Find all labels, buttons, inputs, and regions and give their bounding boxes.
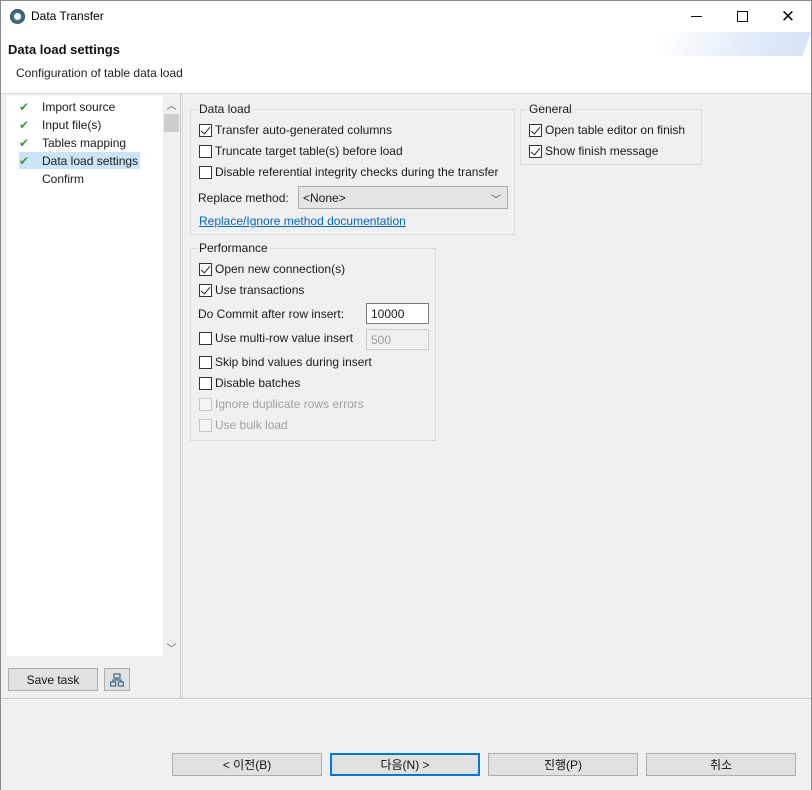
checkbox-icon bbox=[199, 165, 212, 179]
open-table-editor-checkbox[interactable]: Open table editor on finish bbox=[529, 121, 685, 139]
commit-after-row-label: Do Commit after row insert: bbox=[198, 307, 345, 321]
check-icon: ✔ bbox=[19, 99, 30, 114]
minimize-icon bbox=[690, 16, 702, 17]
settings-content: Data load Transfer auto-generated column… bbox=[182, 94, 811, 698]
skip-bind-values-checkbox[interactable]: Skip bind values during insert bbox=[199, 353, 372, 371]
app-icon bbox=[10, 9, 25, 24]
checkbox-checked-icon bbox=[199, 262, 212, 276]
use-bulk-load-checkbox: Use bulk load bbox=[199, 416, 288, 434]
maximize-button[interactable] bbox=[719, 1, 765, 32]
general-legend: General bbox=[527, 102, 574, 116]
transfer-auto-generated-checkbox[interactable]: Transfer auto-generated columns bbox=[199, 121, 392, 139]
step-data-load-settings[interactable]: ✔ Data load settings bbox=[19, 152, 141, 169]
check-icon: ✔ bbox=[19, 153, 30, 168]
general-group: General Open table editor on finish Show… bbox=[520, 102, 702, 165]
window-title: Data Transfer bbox=[31, 9, 104, 23]
checkbox-checked-icon bbox=[529, 123, 542, 137]
chevron-down-icon: ﹀ bbox=[491, 195, 501, 206]
chevron-up-icon[interactable]: ︿ bbox=[163, 96, 180, 113]
hierarchy-icon[interactable] bbox=[104, 668, 130, 691]
performance-legend: Performance bbox=[197, 241, 270, 255]
open-new-connections-checkbox[interactable]: Open new connection(s) bbox=[199, 260, 345, 278]
page-title: Data load settings bbox=[8, 42, 120, 57]
replace-method-doc-link[interactable]: Replace/Ignore method documentation bbox=[199, 214, 406, 228]
wizard-footer: < 이전(B) 다음(N) > 진행(P) 취소 bbox=[1, 698, 811, 790]
minimize-button[interactable] bbox=[673, 1, 719, 32]
page-subtitle: Configuration of table data load bbox=[16, 66, 183, 80]
steps-scrollbar[interactable]: ︿ ﹀ bbox=[163, 96, 180, 656]
checkbox-icon bbox=[199, 144, 212, 158]
back-button[interactable]: < 이전(B) bbox=[172, 753, 322, 776]
wizard-header: Data load settings Configuration of tabl… bbox=[1, 32, 811, 94]
checkbox-icon bbox=[199, 331, 212, 345]
header-decoration bbox=[652, 32, 811, 56]
replace-method-value: <None> bbox=[303, 190, 346, 205]
check-icon: ✔ bbox=[19, 117, 30, 132]
check-icon: ✔ bbox=[19, 135, 30, 150]
replace-method-label: Replace method: bbox=[198, 191, 289, 205]
step-input-files[interactable]: ✔ Input file(s) bbox=[19, 116, 103, 133]
hierarchy-icon-glyph bbox=[110, 672, 124, 687]
use-transactions-checkbox[interactable]: Use transactions bbox=[199, 281, 304, 299]
replace-method-select[interactable]: <None> ﹀ bbox=[298, 186, 508, 209]
checkbox-disabled-icon bbox=[199, 418, 212, 432]
chevron-down-icon[interactable]: ﹀ bbox=[163, 639, 180, 656]
maximize-icon bbox=[736, 11, 748, 22]
commit-after-row-input[interactable]: 10000 bbox=[366, 303, 429, 324]
checkbox-checked-icon bbox=[199, 123, 212, 137]
title-bar: Data Transfer ✕ bbox=[1, 1, 811, 32]
data-transfer-window: Data Transfer ✕ Data load settings Confi… bbox=[0, 0, 812, 790]
multi-row-value-input: 500 bbox=[366, 329, 429, 350]
wizard-steps-tree: ✔ Import source ✔ Input file(s) ✔ Tables ma… bbox=[7, 96, 163, 656]
data-load-group: Data load Transfer auto-generated column… bbox=[190, 102, 515, 235]
checkbox-icon bbox=[199, 376, 212, 390]
truncate-target-checkbox[interactable]: Truncate target table(s) before load bbox=[199, 142, 403, 160]
step-tables-mapping[interactable]: ✔ Tables mapping bbox=[19, 134, 128, 151]
data-load-legend: Data load bbox=[197, 102, 253, 116]
close-button[interactable]: ✕ bbox=[765, 1, 811, 32]
show-finish-message-checkbox[interactable]: Show finish message bbox=[529, 142, 658, 160]
close-icon: ✕ bbox=[780, 7, 796, 26]
cancel-button[interactable]: 취소 bbox=[646, 753, 796, 776]
performance-group: Performance Open new connection(s) Use t… bbox=[190, 241, 436, 441]
step-import-source[interactable]: ✔ Import source bbox=[19, 98, 117, 115]
checkbox-disabled-icon bbox=[199, 397, 212, 411]
checkbox-checked-icon bbox=[199, 283, 212, 297]
save-task-button[interactable]: Save task bbox=[8, 668, 98, 691]
scroll-thumb[interactable] bbox=[164, 114, 179, 132]
ignore-duplicate-rows-checkbox: Ignore duplicate rows errors bbox=[199, 395, 364, 413]
disable-batches-checkbox[interactable]: Disable batches bbox=[199, 374, 300, 392]
next-button[interactable]: 다음(N) > bbox=[330, 753, 480, 776]
disable-ref-integrity-checkbox[interactable]: Disable referential integrity checks dur… bbox=[199, 163, 498, 181]
checkbox-checked-icon bbox=[529, 144, 542, 158]
wizard-steps-panel: ✔ Import source ✔ Input file(s) ✔ Tables ma… bbox=[1, 94, 181, 698]
step-confirm[interactable]: Confirm bbox=[19, 170, 86, 187]
proceed-button[interactable]: 진행(P) bbox=[488, 753, 638, 776]
multi-row-insert-checkbox[interactable]: Use multi-row value insert bbox=[199, 329, 353, 347]
checkbox-icon bbox=[199, 355, 212, 369]
